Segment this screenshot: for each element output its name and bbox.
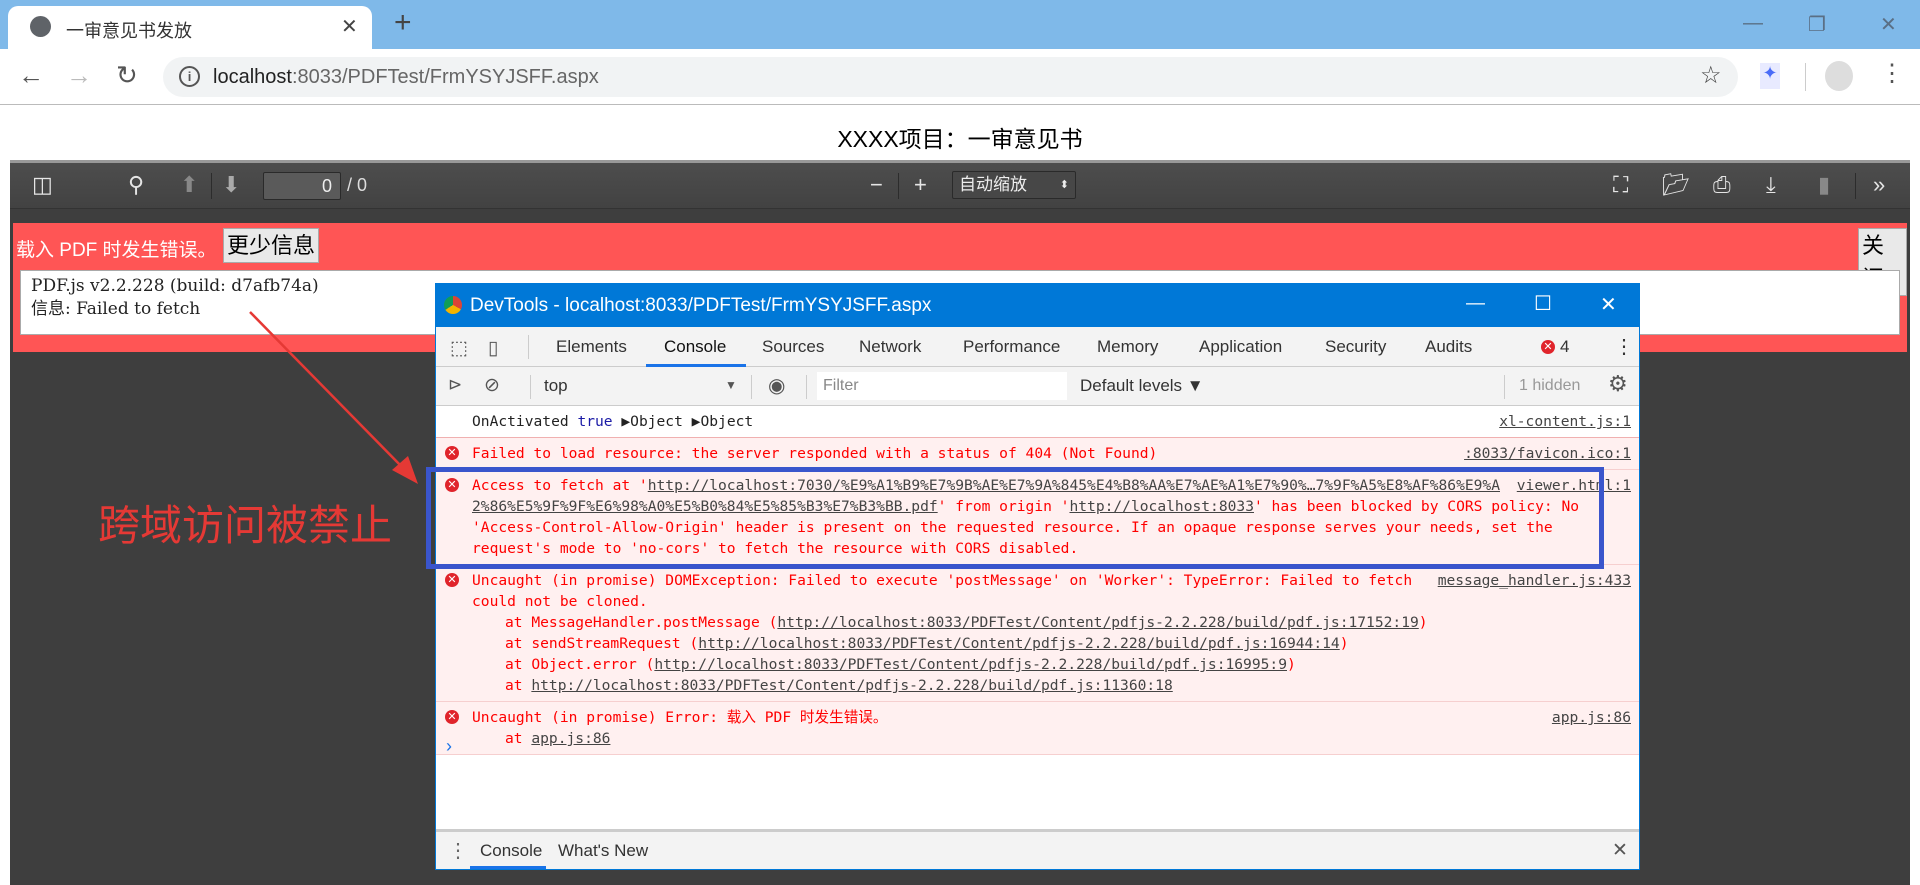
- active-drawer-indicator: [470, 866, 546, 869]
- stack-text: ): [1286, 656, 1296, 673]
- separator: [1504, 375, 1505, 399]
- separator: [806, 375, 807, 399]
- tab-security[interactable]: Security: [1325, 337, 1386, 357]
- close-drawer-icon[interactable]: ✕: [1612, 839, 1628, 862]
- stack-text: at MessageHandler.postMessage (: [505, 614, 778, 631]
- highlight-box: [426, 467, 1604, 569]
- stack-line: at Object.error (http://localhost:8033/P…: [472, 654, 1631, 675]
- eye-icon[interactable]: ◉: [768, 373, 785, 398]
- devtools-title: DevTools - localhost:8033/PDFTest/FrmYSY…: [470, 295, 932, 316]
- error-icon: ✕: [445, 446, 459, 460]
- minimize-icon[interactable]: —: [1466, 293, 1485, 315]
- tab-console[interactable]: Console: [664, 337, 726, 357]
- context-select[interactable]: top: [544, 376, 568, 396]
- console-error-row: ✕ app.js:86 Uncaught (in promise) Error:…: [436, 702, 1639, 755]
- stack-text: at: [505, 677, 532, 694]
- devtools-menu-icon[interactable]: ⋮: [1614, 334, 1634, 359]
- stack-line: at sendStreamRequest (http://localhost:8…: [472, 633, 1631, 654]
- separator: [528, 335, 529, 359]
- tab-audits[interactable]: Audits: [1425, 337, 1472, 357]
- separator: [751, 375, 752, 399]
- stack-link[interactable]: app.js:86: [531, 730, 610, 747]
- console-prompt-icon[interactable]: ›: [446, 736, 452, 757]
- stack-text: at sendStreamRequest (: [505, 635, 699, 652]
- error-icon: ✕: [445, 710, 459, 724]
- source-link[interactable]: :8033/favicon.ico:1: [1464, 443, 1631, 464]
- drawer-tab-whats-new[interactable]: What's New: [558, 841, 648, 861]
- devtools-drawer: ⋮ Console What's New ✕: [436, 829, 1639, 869]
- console-toolbar: ⊳ ⊘ top ▼ ◉ Filter Default levels ▼ 1 hi…: [436, 367, 1639, 406]
- error-count[interactable]: 4: [1560, 337, 1569, 357]
- hidden-count: 1 hidden: [1519, 377, 1581, 394]
- close-icon[interactable]: ✕: [1600, 292, 1617, 317]
- stack-line: at app.js:86: [472, 728, 1631, 749]
- devtools-titlebar: DevTools - localhost:8033/PDFTest/FrmYSY…: [436, 284, 1639, 327]
- tab-performance[interactable]: Performance: [963, 337, 1060, 357]
- clear-console-icon[interactable]: ⊘: [484, 374, 500, 397]
- stack-link[interactable]: http://localhost:8033/PDFTest/Content/pd…: [698, 635, 1339, 652]
- tab-memory[interactable]: Memory: [1097, 337, 1158, 357]
- tab-application[interactable]: Application: [1199, 337, 1282, 357]
- log-objects[interactable]: ▶Object ▶Object: [613, 413, 753, 430]
- error-count-icon[interactable]: ✕: [1541, 340, 1555, 354]
- error-text: Uncaught (in promise) DOMException: Fail…: [472, 572, 1413, 610]
- devtools-window: DevTools - localhost:8033/PDFTest/FrmYSY…: [435, 283, 1640, 870]
- stack-link[interactable]: http://localhost:8033/PDFTest/Content/pd…: [654, 656, 1287, 673]
- settings-gear-icon[interactable]: ⚙: [1608, 371, 1628, 397]
- tab-elements[interactable]: Elements: [556, 337, 627, 357]
- source-link[interactable]: app.js:86: [1552, 707, 1631, 728]
- log-levels-dropdown[interactable]: Default levels ▼: [1080, 376, 1204, 396]
- device-toggle-icon[interactable]: ▯: [488, 337, 498, 360]
- error-icon: ✕: [445, 573, 459, 587]
- console-error-row: ✕ :8033/favicon.ico:1 Failed to load res…: [436, 438, 1639, 470]
- source-link[interactable]: xl-content.js:1: [1499, 411, 1631, 432]
- stack-text: at Object.error (: [505, 656, 655, 673]
- annotation-label: 跨域访问被禁止: [98, 501, 393, 550]
- stack-line: at http://localhost:8033/PDFTest/Content…: [472, 675, 1631, 696]
- dropdown-arrow-icon[interactable]: ▼: [725, 378, 737, 392]
- stack-text: ): [1418, 614, 1428, 631]
- stack-link[interactable]: http://localhost:8033/PDFTest/Content/pd…: [777, 614, 1418, 631]
- stack-text: at: [505, 730, 532, 747]
- separator: [530, 375, 531, 399]
- maximize-icon[interactable]: ☐: [1534, 291, 1552, 316]
- stack-link[interactable]: http://localhost:8033/PDFTest/Content/pd…: [531, 677, 1172, 694]
- error-text: Uncaught (in promise) Error: 载入 PDF 时发生错…: [472, 709, 888, 726]
- filter-input[interactable]: Filter: [817, 372, 1067, 400]
- source-link[interactable]: message_handler.js:433: [1438, 570, 1631, 591]
- console-messages: xl-content.js:1 OnActivated true ▶Object…: [436, 406, 1639, 755]
- log-value: true: [577, 413, 613, 430]
- stack-line: at MessageHandler.postMessage (http://lo…: [472, 612, 1631, 633]
- console-log-row: xl-content.js:1 OnActivated true ▶Object…: [436, 406, 1639, 438]
- stack-text: ): [1339, 635, 1349, 652]
- error-text: Failed to load resource: the server resp…: [472, 445, 1158, 462]
- drawer-menu-icon[interactable]: ⋮: [448, 838, 468, 863]
- console-error-row: ✕ message_handler.js:433 Uncaught (in pr…: [436, 565, 1639, 702]
- log-text: OnActivated: [472, 413, 578, 430]
- tab-network[interactable]: Network: [859, 337, 921, 357]
- chrome-icon: [444, 296, 462, 314]
- inspect-icon[interactable]: ⬚: [450, 337, 468, 360]
- devtools-tabs: ⬚ ▯ Elements Console Sources Network Per…: [436, 327, 1639, 367]
- console-sidebar-icon[interactable]: ⊳: [448, 375, 462, 395]
- drawer-tab-console[interactable]: Console: [480, 841, 542, 861]
- tab-sources[interactable]: Sources: [762, 337, 824, 357]
